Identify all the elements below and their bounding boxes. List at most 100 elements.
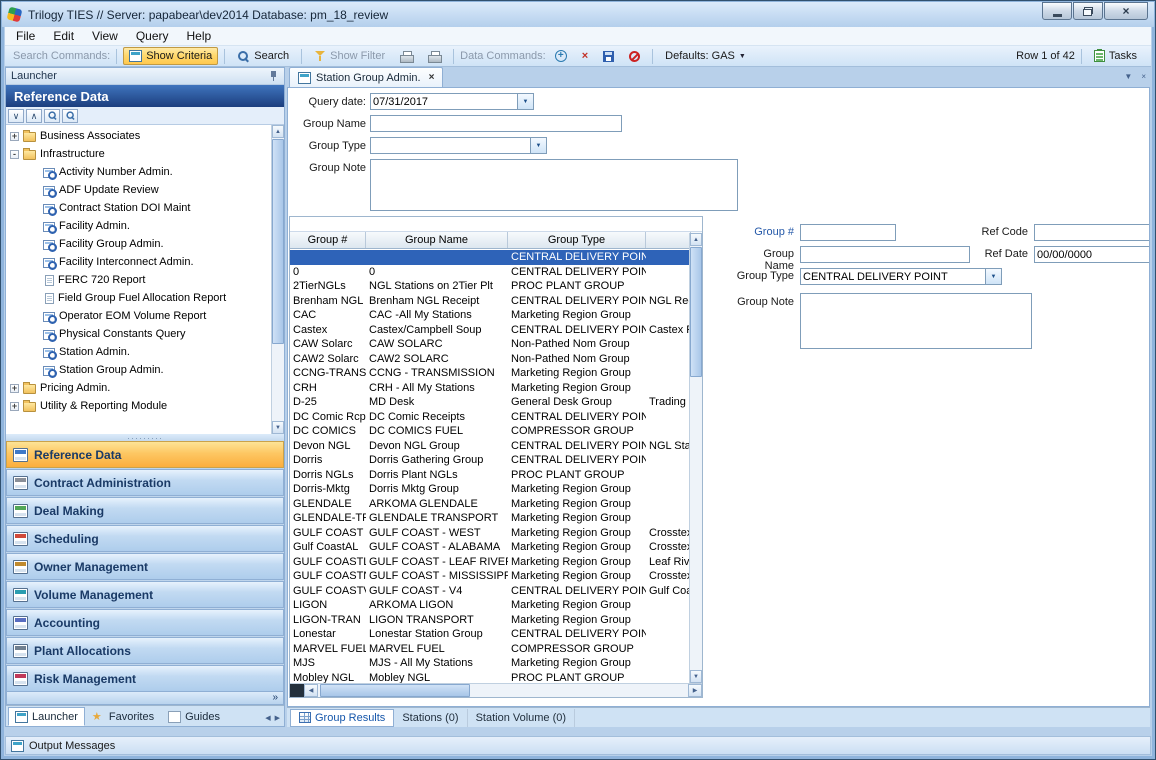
detail-group-note-input[interactable] <box>800 293 1032 349</box>
tree-item[interactable]: + Business Associates <box>6 127 270 145</box>
scroll-up-icon[interactable]: ▲ <box>690 233 702 246</box>
grid-row[interactable]: GULF COAST GULF COAST - WEST Marketing R… <box>290 526 689 541</box>
grid-column-header[interactable] <box>646 232 691 248</box>
tree-expander-icon[interactable]: - <box>10 150 19 159</box>
scroll-up-icon[interactable]: ▲ <box>272 125 284 138</box>
result-tab[interactable]: Stations (0) <box>394 709 467 727</box>
scrollbar-thumb[interactable] <box>272 139 284 344</box>
menu-item[interactable]: Edit <box>44 27 83 45</box>
grid-row[interactable]: D-25 MD Desk General Desk Group Trading … <box>290 395 689 410</box>
criteria-group-type-combo[interactable]: ▼ <box>370 137 547 154</box>
query-date-input[interactable] <box>370 93 517 110</box>
detail-ref-date-picker[interactable]: ▼ <box>1034 246 1138 263</box>
defaults-dropdown[interactable]: Defaults: GAS ▼ <box>659 47 752 65</box>
grid-horizontal-scrollbar[interactable]: ◀ ▶ <box>290 683 702 697</box>
module-nav-button[interactable]: Owner Management <box>6 553 284 580</box>
grid-vertical-scrollbar[interactable]: ▲ ▼ <box>689 233 702 683</box>
tree-find-button[interactable] <box>62 109 78 123</box>
tab-station-group-admin[interactable]: Station Group Admin. × <box>289 67 443 87</box>
grid-row[interactable]: GULF COASTV GULF COAST - V4 CENTRAL DELI… <box>290 584 689 599</box>
tree-item[interactable]: Station Admin. <box>6 343 270 361</box>
grid-row[interactable]: CAC CAC -All My Stations Marketing Regio… <box>290 308 689 323</box>
grid-row[interactable]: Castex Castex/Campbell Soup CENTRAL DELI… <box>290 323 689 338</box>
grid-row[interactable]: LIGON ARKOMA LIGON Marketing Region Grou… <box>290 598 689 613</box>
grid-row[interactable]: Dorris Dorris Gathering Group CENTRAL DE… <box>290 453 689 468</box>
module-nav-button[interactable]: Deal Making <box>6 497 284 524</box>
tree-search-button[interactable] <box>44 109 60 123</box>
criteria-group-type-input[interactable] <box>370 137 530 154</box>
expand-all-button[interactable]: ∨ <box>8 109 24 123</box>
tree-item[interactable]: Operator EOM Volume Report <box>6 307 270 325</box>
detail-ref-code-input[interactable] <box>1034 224 1150 241</box>
search-button[interactable]: Search <box>231 47 295 66</box>
grid-row[interactable]: GULF COASTL GULF COAST - LEAF RIVER Mark… <box>290 555 689 570</box>
grid-row[interactable]: CAW Solarc CAW SOLARC Non-Pathed Nom Gro… <box>290 337 689 352</box>
panel-splitter[interactable] <box>6 434 284 441</box>
save-button[interactable] <box>597 48 620 65</box>
menu-item[interactable]: Query <box>127 27 178 45</box>
tree-item[interactable]: Activity Number Admin. <box>6 163 270 181</box>
grid-row[interactable]: LIGON-TRAN LIGON TRANSPORT Marketing Reg… <box>290 613 689 628</box>
grid-row[interactable]: Gulf CoastAL GULF COAST - ALABAMA Market… <box>290 540 689 555</box>
detail-group-name-input[interactable] <box>800 246 970 263</box>
module-nav-button[interactable]: Reference Data <box>6 441 284 468</box>
show-criteria-button[interactable]: Show Criteria <box>123 47 218 65</box>
tree-scrollbar[interactable]: ▲ ▼ <box>271 125 284 434</box>
tree-item[interactable]: ADF Update Review <box>6 181 270 199</box>
tab-scroll-left-icon[interactable]: ◀ <box>265 714 270 722</box>
module-nav-button[interactable]: Risk Management <box>6 665 284 692</box>
module-nav-button[interactable]: Scheduling <box>6 525 284 552</box>
tree-item[interactable]: Facility Admin. <box>6 217 270 235</box>
grid-row[interactable]: Dorris-Mktg Dorris Mktg Group Marketing … <box>290 482 689 497</box>
scrollbar-thumb[interactable] <box>320 684 470 697</box>
menu-item[interactable]: View <box>83 27 127 45</box>
grid-row[interactable]: GLENDALE ARKOMA GLENDALE Marketing Regio… <box>290 497 689 512</box>
scroll-left-icon[interactable]: ◀ <box>304 684 318 697</box>
launcher-tab[interactable]: Guides <box>161 707 227 726</box>
detail-group-type-combo[interactable]: ▼ <box>800 268 1002 285</box>
show-filter-button[interactable]: Show Filter <box>308 47 391 65</box>
grid-row[interactable]: GLENDALE-TR GLENDALE TRANSPORT Marketing… <box>290 511 689 526</box>
module-nav-button[interactable]: Volume Management <box>6 581 284 608</box>
detail-group-type-input[interactable] <box>800 268 985 285</box>
grid-row[interactable]: CAW2 Solarc CAW2 SOLARC Non-Pathed Nom G… <box>290 352 689 367</box>
grid-row[interactable]: 0 0 CENTRAL DELIVERY POINT <box>290 265 689 280</box>
collapse-all-button[interactable]: ∧ <box>26 109 42 123</box>
grid-column-header[interactable]: Group # <box>290 232 366 248</box>
calendar-dropdown-icon[interactable]: ▼ <box>517 93 534 110</box>
grid-row[interactable]: DC COMICS DC COMICS FUEL COMPRESSOR GROU… <box>290 424 689 439</box>
tree-expander-icon[interactable]: + <box>10 384 19 393</box>
scrollbar-thumb[interactable] <box>690 247 702 377</box>
menu-item[interactable]: File <box>7 27 44 45</box>
grid-row[interactable]: CRH CRH - All My Stations Marketing Regi… <box>290 381 689 396</box>
result-tab[interactable]: Group Results <box>290 709 394 727</box>
result-tab[interactable]: Station Volume (0) <box>468 709 576 727</box>
print-button[interactable] <box>394 48 419 65</box>
grid-row[interactable]: CCNG-TRANSI CCNG - TRANSMISSION Marketin… <box>290 366 689 381</box>
tree-item[interactable]: + Pricing Admin. <box>6 379 270 397</box>
module-nav-button[interactable]: Accounting <box>6 609 284 636</box>
grid-row[interactable]: CENTRAL DELIVERY POINT <box>290 250 689 265</box>
criteria-group-name-input[interactable] <box>370 115 622 132</box>
tree-item[interactable]: Facility Interconnect Admin. <box>6 253 270 271</box>
scroll-down-icon[interactable]: ▼ <box>272 421 284 434</box>
tree-item[interactable]: FERC 720 Report <box>6 271 270 289</box>
module-nav-button[interactable]: Plant Allocations <box>6 637 284 664</box>
query-date-picker[interactable]: ▼ <box>370 93 465 110</box>
grid-row[interactable]: Lonestar Lonestar Station Group CENTRAL … <box>290 627 689 642</box>
grid-row[interactable]: 2TierNGLs NGL Stations on 2Tier Plt PROC… <box>290 279 689 294</box>
tree-expander-icon[interactable]: + <box>10 132 19 141</box>
menu-item[interactable]: Help <box>178 27 221 45</box>
tab-list-dropdown-icon[interactable]: ▼ <box>1124 72 1132 81</box>
criteria-group-note-input[interactable] <box>370 159 738 211</box>
tree-item[interactable]: Physical Constants Query <box>6 325 270 343</box>
grid-column-header[interactable]: Group Type <box>508 232 646 248</box>
grid-row[interactable]: GULF COASTN GULF COAST - MISSISSIPPI Mar… <box>290 569 689 584</box>
tree-item[interactable]: - Infrastructure <box>6 145 270 163</box>
tree-item[interactable]: Field Group Fuel Allocation Report <box>6 289 270 307</box>
grid-row[interactable]: Mobley NGL Mobley NGL PROC PLANT GROUP <box>290 671 689 684</box>
grid-column-header[interactable]: Group Name <box>366 232 508 248</box>
title-bar[interactable]: Trilogy TIES // Server: papabear\dev2014… <box>2 2 1154 27</box>
print-preview-button[interactable] <box>422 48 447 65</box>
tab-close-icon[interactable]: × <box>429 72 435 83</box>
